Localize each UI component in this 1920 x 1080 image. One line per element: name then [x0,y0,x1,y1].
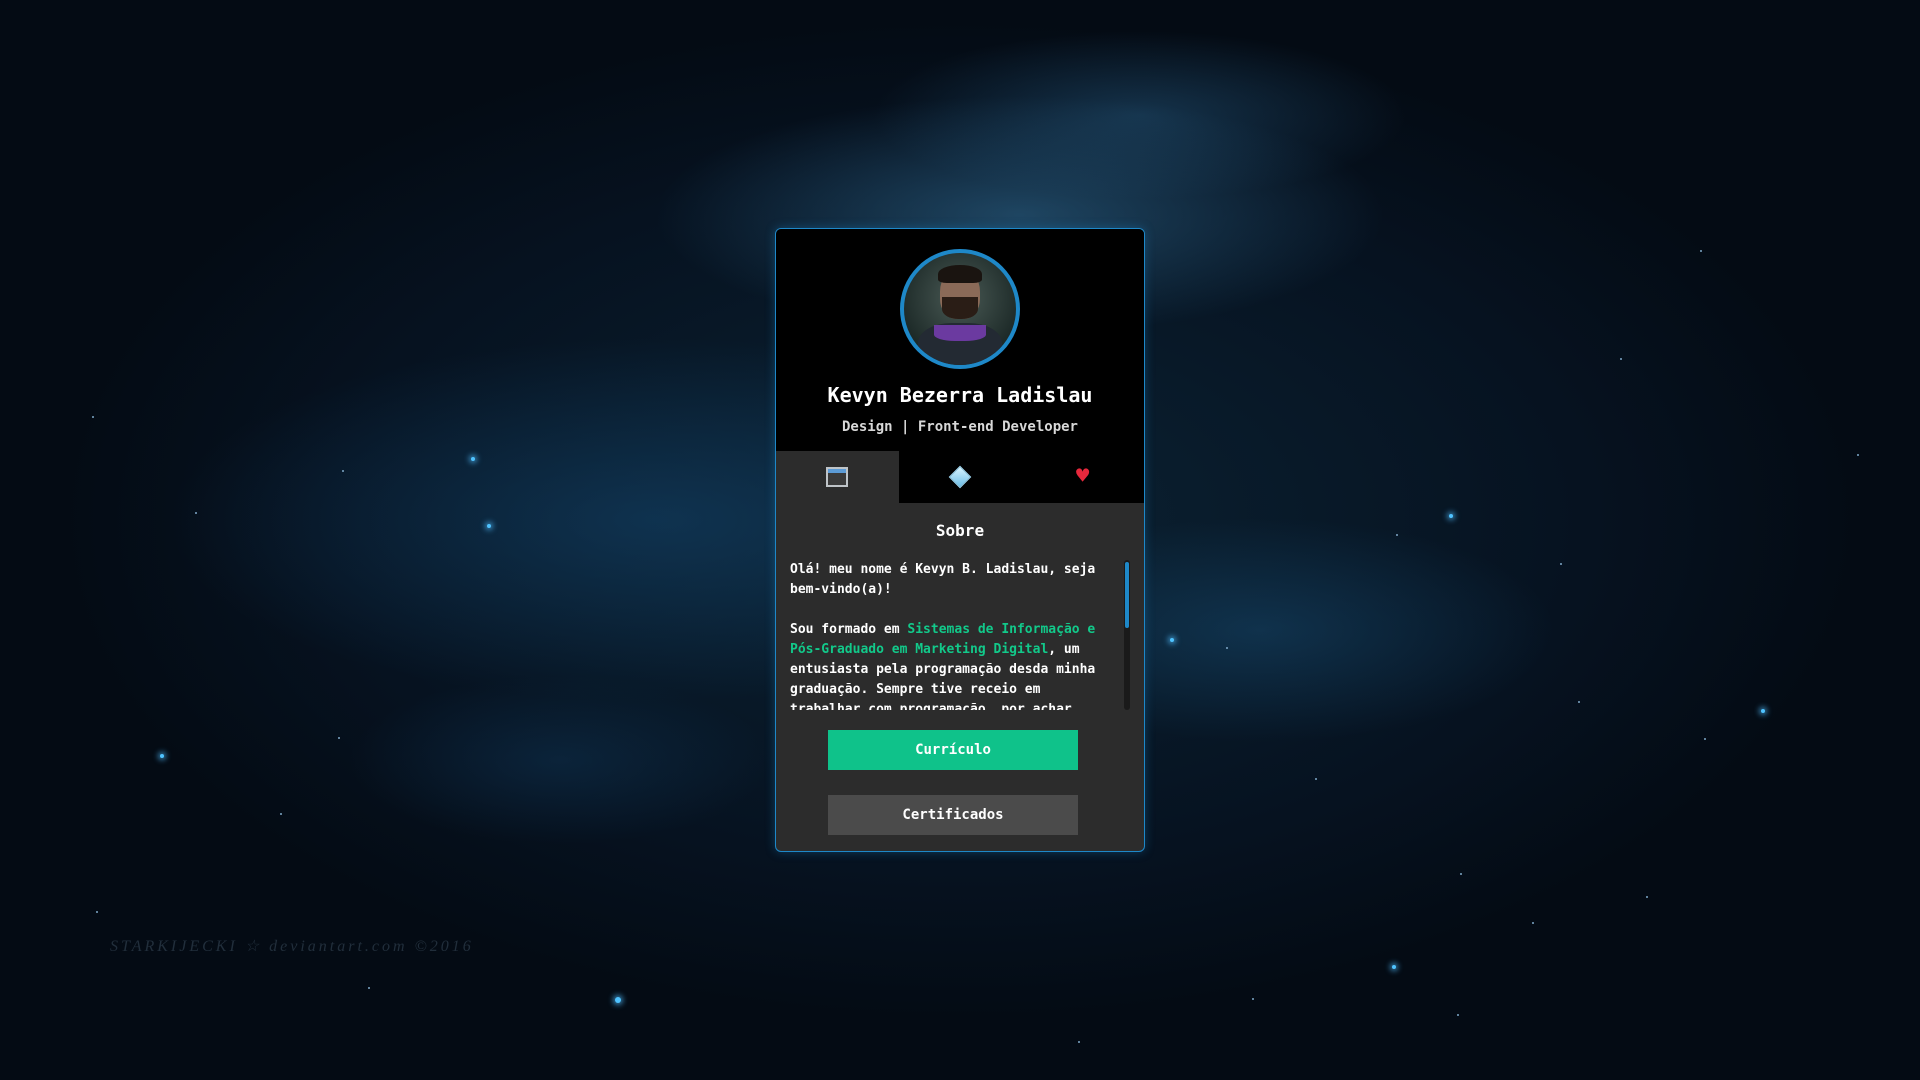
tab-skills[interactable] [899,451,1022,503]
section-title: Sobre [935,521,985,540]
star [280,813,282,815]
star [1392,965,1396,969]
star [615,997,621,1003]
star [471,457,475,461]
diamond-icon [948,465,972,489]
star [1078,1041,1080,1043]
about-paragraph: Olá! meu nome é Kevyn B. Ladislau, seja … [790,562,1096,597]
star [1315,778,1317,780]
star [1396,534,1398,536]
card-header: Kevyn Bezerra Ladislau Design | Front-en… [776,229,1144,451]
tab-bar: ♥ [776,451,1144,503]
star [1704,738,1706,740]
tab-about[interactable] [776,451,899,503]
star [1460,873,1462,875]
avatar [900,249,1020,369]
star [1457,1014,1459,1016]
star [1646,896,1648,898]
star [1761,709,1765,713]
star [1620,358,1622,360]
star [1449,514,1453,518]
star [96,911,98,913]
profile-card: Kevyn Bezerra Ladislau Design | Front-en… [775,228,1145,852]
artist-signature: STARKIJECKI ☆ deviantart.com ©2016 [110,938,474,955]
star [1857,454,1859,456]
about-scrollbar[interactable] [1124,560,1130,710]
curriculo-button[interactable]: Currículo [828,730,1078,770]
star [1226,647,1228,649]
certificados-button[interactable]: Certificados [828,795,1078,835]
about-text: Olá! meu nome é Kevyn B. Ladislau, seja … [790,560,1110,710]
star [1252,998,1254,1000]
about-text-prefix: Sou formado em [790,622,908,637]
star [1170,638,1174,642]
scrollbar-thumb[interactable] [1125,562,1129,628]
star [160,754,164,758]
about-text-container[interactable]: Olá! meu nome é Kevyn B. Ladislau, seja … [790,560,1130,710]
about-paragraph: Sou formado em Sistemas de Informação e … [790,620,1110,710]
star [1560,563,1562,565]
star [92,416,94,418]
heart-icon: ♥ [1076,464,1090,489]
star [1532,922,1534,924]
star [1578,701,1580,703]
window-icon [826,467,849,487]
star [487,524,491,528]
tab-interests[interactable]: ♥ [1021,451,1144,503]
star [368,987,370,989]
star [1700,250,1702,252]
profile-role: Design | Front-end Developer [841,419,1078,435]
star [195,512,197,514]
star [342,470,344,472]
profile-name: Kevyn Bezerra Ladislau [827,383,1093,407]
star [338,737,340,739]
